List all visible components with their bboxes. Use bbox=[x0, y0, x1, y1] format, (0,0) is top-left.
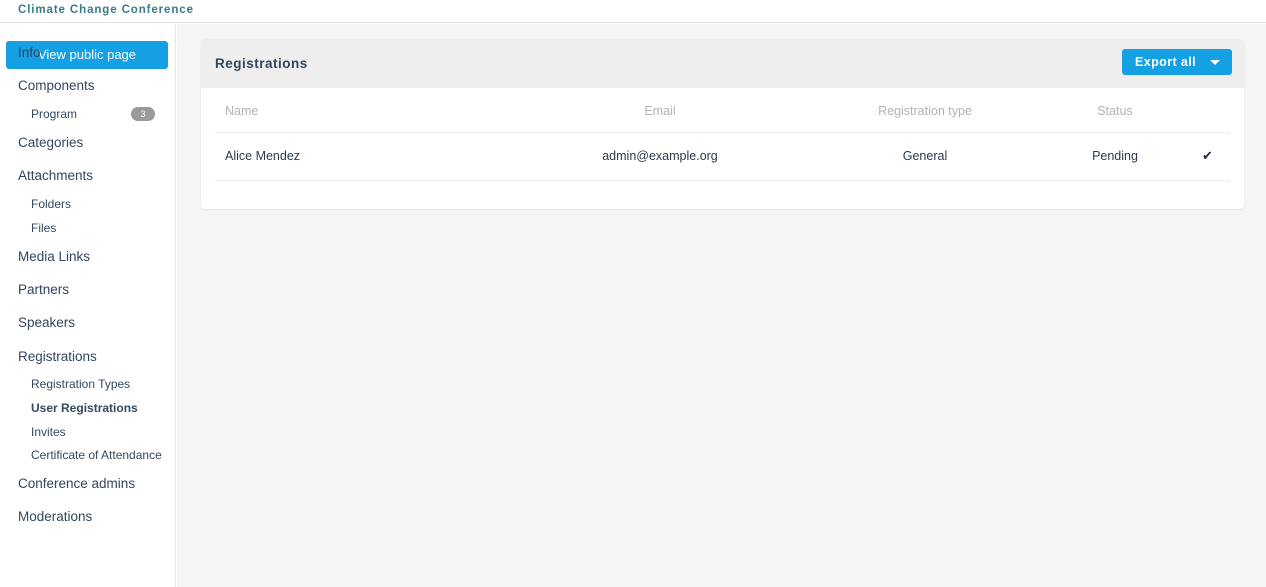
export-all-button[interactable]: Export all bbox=[1122, 49, 1232, 75]
sidebar-item-certificate-of-attendance[interactable]: Certificate of Attendance bbox=[0, 444, 176, 467]
top-bar: Climate Change Conference bbox=[0, 0, 1266, 23]
sidebar-item-label: Speakers bbox=[18, 315, 76, 330]
sidebar-item-user-registrations[interactable]: User Registrations bbox=[0, 397, 176, 420]
sidebar-item-folders[interactable]: Folders bbox=[0, 193, 176, 216]
sidebar-item-speakers[interactable]: Speakers bbox=[0, 311, 176, 334]
sidebar-item-label: Registrations bbox=[18, 349, 97, 364]
sidebar-item-media-links[interactable]: Media Links bbox=[0, 245, 176, 268]
sidebar-item-label: Conference admins bbox=[18, 476, 136, 491]
table-head: Name Email Registration type Status bbox=[215, 88, 1230, 133]
sidebar-item-badge: 3 bbox=[131, 107, 155, 121]
sidebar-item-label: Invites bbox=[31, 425, 66, 439]
sidebar-item-label: Program bbox=[31, 107, 78, 121]
export-all-label: Export all bbox=[1135, 55, 1196, 69]
sidebar-item-label: Certificate of Attendance bbox=[31, 448, 162, 462]
sidebar-item-label: Attachments bbox=[18, 168, 94, 183]
column-header-status: Status bbox=[1045, 88, 1185, 133]
sidebar-item-label: Media Links bbox=[18, 249, 91, 264]
cell-registration-type: General bbox=[805, 132, 1045, 181]
main-content: Registrations Export all Name Email Regi… bbox=[177, 24, 1266, 587]
chevron-down-icon[interactable] bbox=[1210, 59, 1220, 65]
registrations-table: Name Email Registration type Status Alic… bbox=[215, 88, 1230, 181]
sidebar-item-registration-types[interactable]: Registration Types bbox=[0, 373, 176, 396]
sidebar-item-components[interactable]: Components bbox=[0, 74, 176, 97]
cell-name: Alice Mendez bbox=[215, 132, 515, 181]
card-body: Name Email Registration type Status Alic… bbox=[201, 88, 1244, 209]
sidebar-item-label: Components bbox=[18, 78, 95, 93]
sidebar-item-registrations[interactable]: Registrations bbox=[0, 345, 176, 368]
sidebar-item-files[interactable]: Files bbox=[0, 217, 176, 240]
table-row[interactable]: Alice Mendez admin@example.org General Pend… bbox=[215, 132, 1230, 181]
sidebar-item-label: Partners bbox=[18, 282, 70, 297]
column-header-actions bbox=[1185, 88, 1230, 133]
sidebar-item-program[interactable]: Program 3 bbox=[0, 103, 176, 126]
card-header: Registrations Export all bbox=[201, 39, 1244, 88]
sidebar-item-label: Categories bbox=[18, 135, 84, 150]
table-header-row: Name Email Registration type Status bbox=[215, 88, 1230, 133]
column-header-registration-type: Registration type bbox=[805, 88, 1045, 133]
sidebar-item-label: User Registrations bbox=[31, 401, 138, 415]
sidebar-item-invites[interactable]: Invites bbox=[0, 421, 176, 444]
sidebar-item-label: Files bbox=[31, 221, 57, 235]
page-title: Registrations bbox=[215, 56, 308, 71]
sidebar-item-conference-admins[interactable]: Conference admins bbox=[0, 472, 176, 495]
cell-status: Pending bbox=[1045, 132, 1185, 181]
sidebar-item-label: Moderations bbox=[18, 509, 93, 524]
check-icon[interactable]: ✔ bbox=[1202, 148, 1213, 163]
brand-title: Climate Change Conference bbox=[18, 4, 194, 16]
sidebar: View public page Info Components Program 3 C… bbox=[0, 24, 176, 587]
sidebar-item-partners[interactable]: Partners bbox=[0, 278, 176, 301]
sidebar-item-moderations[interactable]: Moderations bbox=[0, 505, 176, 528]
table-body: Alice Mendez admin@example.org General Pend… bbox=[215, 132, 1230, 181]
cell-actions: ✔ bbox=[1185, 132, 1230, 181]
cell-email: admin@example.org bbox=[515, 132, 805, 181]
column-header-name: Name bbox=[215, 88, 515, 133]
sidebar-item-attachments[interactable]: Attachments bbox=[0, 164, 176, 187]
sidebar-item-label: Info bbox=[18, 45, 41, 60]
sidebar-item-label: Folders bbox=[31, 197, 72, 211]
sidebar-item-info[interactable]: Info bbox=[0, 41, 176, 64]
column-header-email: Email bbox=[515, 88, 805, 133]
sidebar-item-categories[interactable]: Categories bbox=[0, 131, 176, 154]
sidebar-item-label: Registration Types bbox=[31, 377, 131, 391]
registrations-card: Registrations Export all Name Email Regi… bbox=[201, 39, 1244, 209]
